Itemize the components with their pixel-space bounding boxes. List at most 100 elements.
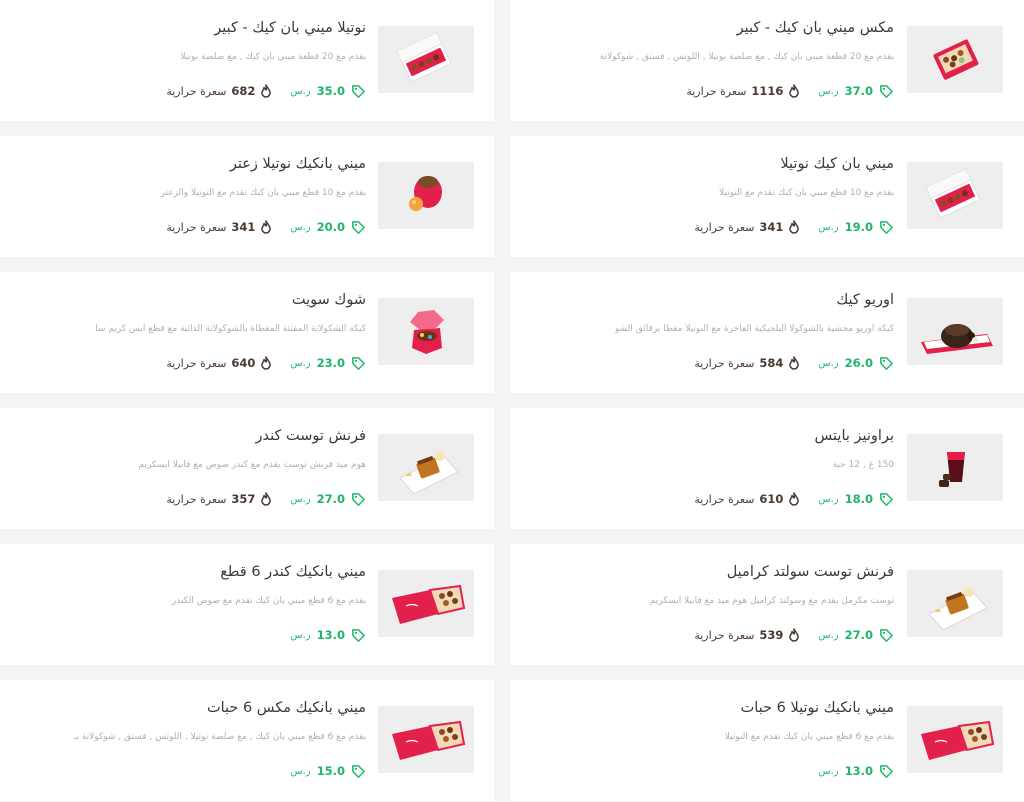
product-description: هوم ميد فرنش توست يقدم مع كندر صوص مع فا… [138,460,366,470]
product-image[interactable] [378,706,474,773]
product-description: يقدم مع 10 قطع ميني بان كيك تقدم مع النو… [160,188,366,198]
calories: 341 سعرة حرارية [694,220,800,234]
currency-label: ر.س [290,221,311,233]
flame-icon [788,492,800,506]
menu-item-card[interactable]: شوك سويت كيكة الشكولاتة المفتتة المغطاة … [0,272,494,393]
product-title[interactable]: شوك سويت [292,292,366,308]
price-tag-icon [879,220,894,235]
product-image[interactable] [378,26,474,93]
calories: 1116 سعرة حرارية [686,84,800,98]
product-meta: 19.0 ر.س 341 سعرة حرارية [694,218,894,236]
menu-item-card[interactable]: فرنش توست كندر هوم ميد فرنش توست يقدم مع… [0,408,494,529]
currency-label: ر.س [818,85,839,97]
product-meta: 13.0 ر.س [290,626,366,644]
price-tag-icon [351,356,366,371]
calories: 357 سعرة حرارية [166,492,272,506]
flame-icon [260,356,272,370]
calorie-value: 341 [759,220,784,234]
flame-icon [788,84,800,98]
product-title[interactable]: فرنش توست سولتد كراميل [727,564,894,580]
product-price: 18.0 [844,492,873,506]
calories: 640 سعرة حرارية [166,356,272,370]
product-price: 13.0 [844,764,873,778]
product-image[interactable] [907,434,1003,501]
currency-label: ر.س [818,493,839,505]
product-meta: 35.0 ر.س 682 سعرة حرارية [166,82,366,100]
calorie-label: سعرة حرارية [694,356,755,370]
product-price: 19.0 [844,220,873,234]
menu-item-card[interactable]: اوريو كيك كيكة اوريو محشية بالشوكولا الب… [510,272,1024,393]
menu-item-card[interactable]: ميني بانكيك مكس 6 حبات يقدم مع 6 قطع مين… [0,680,494,801]
product-title[interactable]: ميني بانكيك كندر 6 قطع [220,564,366,580]
calories: 539 سعرة حرارية [694,628,800,642]
flame-icon [260,220,272,234]
calorie-value: 539 [759,628,784,642]
product-price: 23.0 [316,356,345,370]
currency-label: ر.س [818,765,839,777]
menu-item-card[interactable]: براونيز بايتس 150 غ , 12 حبة 18.0 ر.س 61… [510,408,1024,529]
price-tag-icon [879,764,894,779]
price-tag-icon [351,492,366,507]
calorie-label: سعرة حرارية [694,492,755,506]
product-image[interactable] [907,570,1003,637]
product-image[interactable] [907,298,1003,365]
product-title[interactable]: ميني بانكيك نوتيلا 6 حبات [741,700,894,716]
product-meta: 18.0 ر.س 610 سعرة حرارية [694,490,894,508]
product-description: كيكة اوريو محشية بالشوكولا البلجيكية الف… [615,324,894,334]
product-description: يقدم مع 6 قطع ميني بان كيك , مع صلصة نوت… [73,732,366,742]
menu-item-card[interactable]: ميني بانكيك كندر 6 قطع يقدم مع 6 قطع مين… [0,544,494,665]
product-image[interactable] [907,26,1003,93]
calories: 584 سعرة حرارية [694,356,800,370]
product-image[interactable] [378,434,474,501]
calorie-label: سعرة حرارية [166,220,227,234]
product-price: 27.0 [316,492,345,506]
product-title[interactable]: ميني بان كيك نوتيلا [780,156,894,172]
calorie-value: 341 [231,220,256,234]
menu-item-card[interactable]: نوتيلا ميني بان كيك - كبير يقدم مع 20 قط… [0,0,494,121]
calorie-label: سعرة حرارية [686,84,747,98]
product-description: 150 غ , 12 حبة [832,460,894,470]
menu-item-card[interactable]: فرنش توست سولتد كراميل توست مكرمل يقدم م… [510,544,1024,665]
calorie-label: سعرة حرارية [694,220,755,234]
currency-label: ر.س [818,221,839,233]
menu-item-card[interactable]: ميني بانكيك نوتيلا زعتر يقدم مع 10 قطع م… [0,136,494,257]
product-title[interactable]: فرنش توست كندر [256,428,366,444]
product-image[interactable] [378,298,474,365]
product-price: 15.0 [316,764,345,778]
product-meta: 27.0 ر.س 539 سعرة حرارية [694,626,894,644]
product-image[interactable] [378,162,474,229]
calorie-value: 584 [759,356,784,370]
calorie-label: سعرة حرارية [166,356,227,370]
menu-item-card[interactable]: ميني بانكيك نوتيلا 6 حبات يقدم مع 6 قطع … [510,680,1024,801]
product-price: 27.0 [844,628,873,642]
price-tag-icon [351,84,366,99]
product-meta: 15.0 ر.س [290,762,366,780]
flame-icon [788,628,800,642]
product-image[interactable] [907,706,1003,773]
product-description: يقدم مع 20 قطعة ميني بان كيك , مع صلصة ن… [180,52,366,62]
flame-icon [260,492,272,506]
product-title[interactable]: ميني بانكيك نوتيلا زعتر [230,156,366,172]
menu-item-card[interactable]: ميني بان كيك نوتيلا يقدم مع 10 قطع ميني … [510,136,1024,257]
calorie-value: 640 [231,356,256,370]
currency-label: ر.س [290,493,311,505]
product-image[interactable] [907,162,1003,229]
currency-label: ر.س [290,85,311,97]
currency-label: ر.س [818,629,839,641]
currency-label: ر.س [290,765,311,777]
menu-item-card[interactable]: مكس ميني بان كيك - كبير يقدم مع 20 قطعة … [510,0,1024,121]
flame-icon [260,84,272,98]
calorie-label: سعرة حرارية [694,628,755,642]
product-image[interactable] [378,570,474,637]
product-meta: 26.0 ر.س 584 سعرة حرارية [694,354,894,372]
price-tag-icon [351,628,366,643]
product-title[interactable]: مكس ميني بان كيك - كبير [737,20,894,36]
product-title[interactable]: اوريو كيك [836,292,894,308]
product-title[interactable]: براونيز بايتس [815,428,894,444]
product-title[interactable]: نوتيلا ميني بان كيك - كبير [214,20,366,36]
price-tag-icon [351,764,366,779]
product-title[interactable]: ميني بانكيك مكس 6 حبات [207,700,366,716]
currency-label: ر.س [290,629,311,641]
price-tag-icon [879,628,894,643]
price-tag-icon [879,84,894,99]
